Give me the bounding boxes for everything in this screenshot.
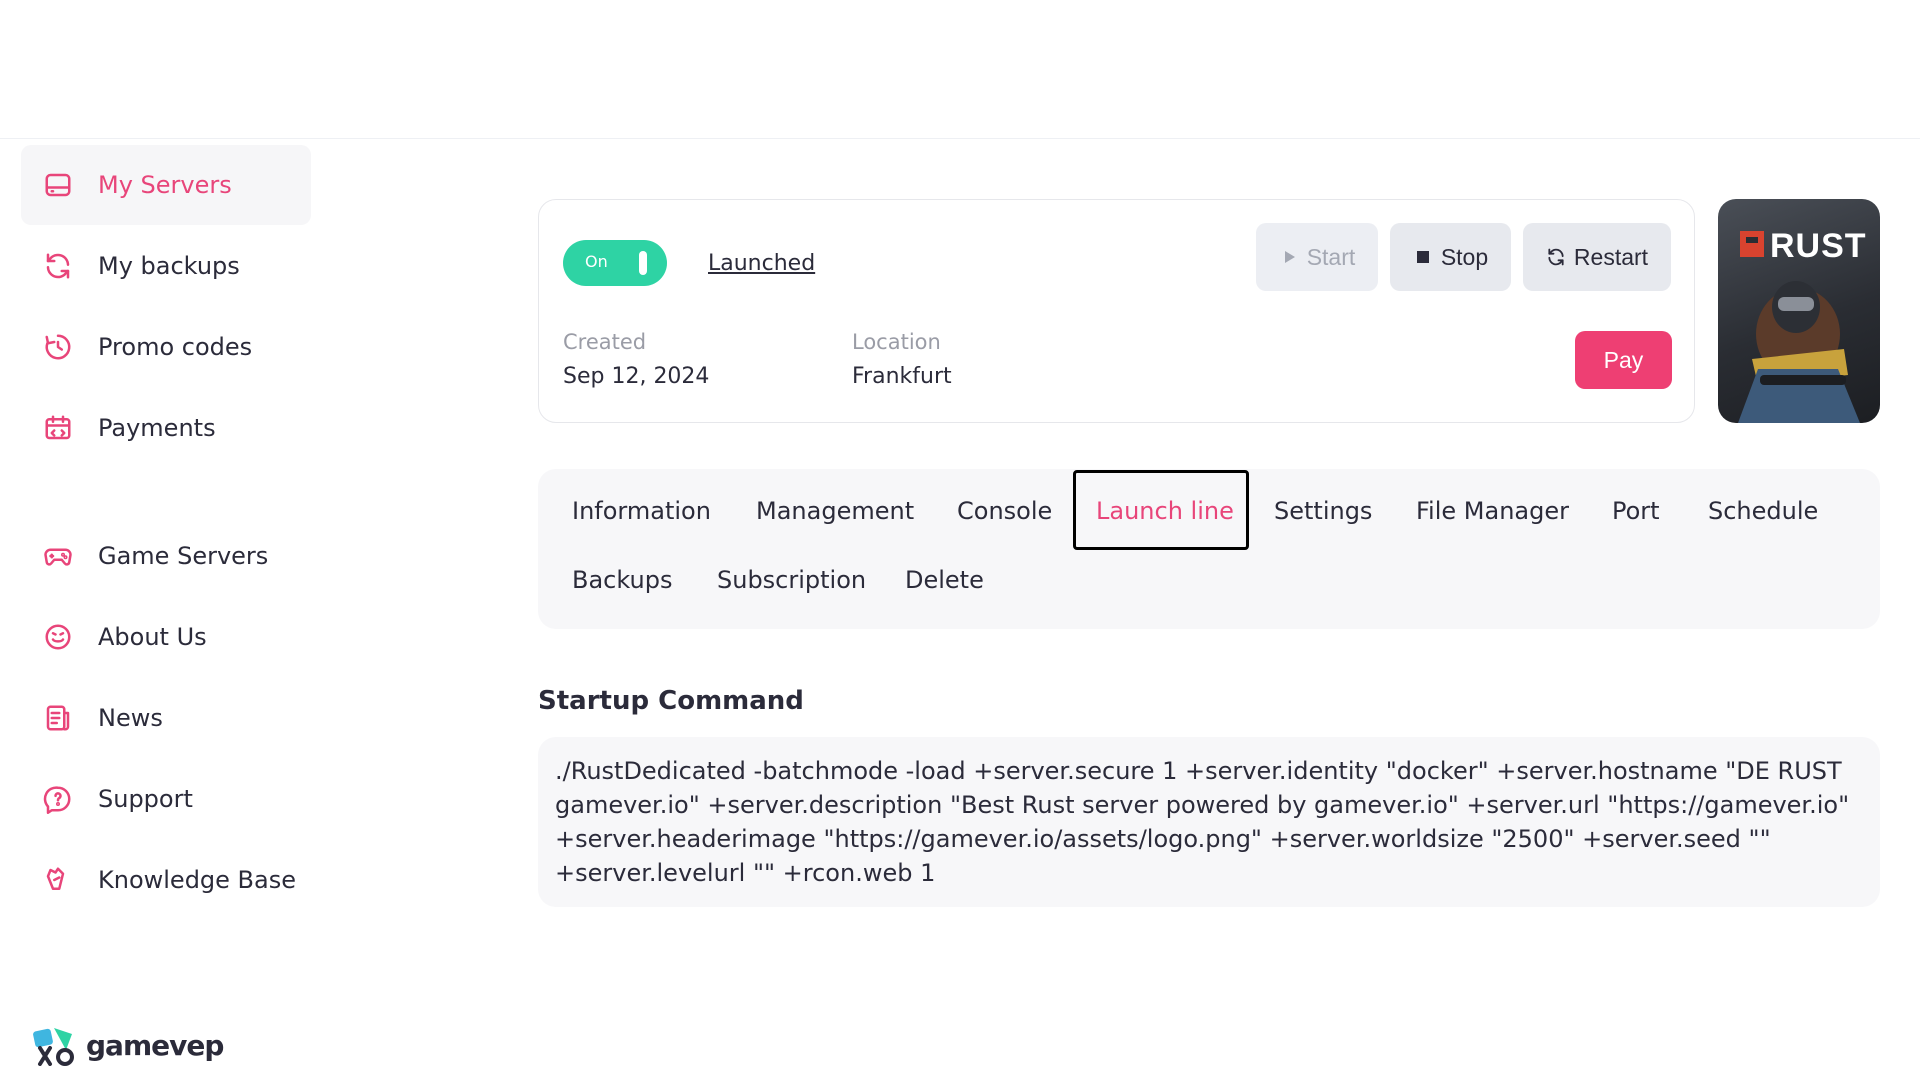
sidebar-item-payments[interactable]: Payments xyxy=(21,388,311,468)
sidebar-item-label: My Servers xyxy=(98,171,232,199)
tab-schedule[interactable]: Schedule xyxy=(1708,497,1818,525)
toggle-label: On xyxy=(585,252,608,271)
tab-launch-line[interactable]: Launch line xyxy=(1096,497,1234,525)
created-label: Created xyxy=(563,330,647,354)
sidebar-item-my-servers[interactable]: My Servers xyxy=(21,145,311,225)
server-status-link[interactable]: Launched xyxy=(708,251,815,276)
sidebar-item-promo-codes[interactable]: Promo codes xyxy=(21,307,311,387)
sidebar-item-label: My backups xyxy=(98,252,240,280)
game-cover-title: RUST xyxy=(1770,227,1867,265)
sidebar-item-label: Knowledge Base xyxy=(98,866,296,894)
stop-icon xyxy=(1416,251,1429,263)
server-tabs: Information Management Console Launch li… xyxy=(538,469,1880,629)
restart-button-label: Restart xyxy=(1573,243,1649,270)
top-bar xyxy=(0,0,1920,139)
sidebar-item-label: Payments xyxy=(98,414,216,442)
sidebar-item-label: About Us xyxy=(98,623,207,651)
restart-button[interactable]: Restart xyxy=(1523,223,1671,291)
sidebar-item-about-us[interactable]: About Us xyxy=(21,597,311,677)
restart-icon xyxy=(1548,248,1564,266)
stop-button[interactable]: Stop xyxy=(1390,223,1511,291)
sidebar: My Servers My backups Promo codes Paymen… xyxy=(0,139,330,1080)
brand-logo[interactable]: gamevep xyxy=(32,1024,224,1066)
startup-command-box[interactable]: ./RustDedicated -batchmode -load +server… xyxy=(538,737,1880,907)
knowledge-icon xyxy=(41,863,75,897)
tab-information[interactable]: Information xyxy=(572,497,711,525)
support-icon xyxy=(41,782,75,816)
gamepad-icon xyxy=(41,539,75,573)
sidebar-item-label: Game Servers xyxy=(98,542,269,570)
startup-command-text: ./RustDedicated -batchmode -load +server… xyxy=(555,757,1850,887)
stop-button-label: Stop xyxy=(1440,243,1489,270)
sidebar-item-game-servers[interactable]: Game Servers xyxy=(21,516,311,596)
sidebar-item-news[interactable]: News xyxy=(21,678,311,758)
power-toggle[interactable]: On xyxy=(563,240,667,286)
server-card: On Launched Created Sep 12, 2024 Locatio… xyxy=(538,199,1695,423)
play-icon xyxy=(1284,251,1295,263)
news-icon xyxy=(41,701,75,735)
toggle-knob xyxy=(639,251,647,275)
promo-icon xyxy=(41,330,75,364)
game-cover-image: RUST xyxy=(1718,199,1880,423)
server-icon xyxy=(41,168,75,202)
tab-backups[interactable]: Backups xyxy=(572,566,672,594)
tab-file-manager[interactable]: File Manager xyxy=(1416,497,1569,525)
pay-button[interactable]: Pay xyxy=(1575,331,1672,389)
sidebar-item-my-backups[interactable]: My backups xyxy=(21,226,311,306)
startup-command-title: Startup Command xyxy=(538,686,804,716)
smile-icon xyxy=(41,620,75,654)
sidebar-item-label: Support xyxy=(98,785,193,813)
tab-management[interactable]: Management xyxy=(756,497,914,525)
refresh-icon xyxy=(41,249,75,283)
sidebar-item-label: Promo codes xyxy=(98,333,253,361)
sidebar-item-support[interactable]: Support xyxy=(21,759,311,839)
tab-delete[interactable]: Delete xyxy=(905,566,984,594)
tab-port[interactable]: Port xyxy=(1612,497,1660,525)
tab-console[interactable]: Console xyxy=(957,497,1052,525)
tab-settings[interactable]: Settings xyxy=(1274,497,1372,525)
location-label: Location xyxy=(852,330,941,354)
start-button[interactable]: Start xyxy=(1256,223,1378,291)
gamever-logo-icon xyxy=(33,1028,74,1066)
tab-subscription[interactable]: Subscription xyxy=(717,566,866,594)
sidebar-item-knowledge-base[interactable]: Knowledge Base xyxy=(21,840,311,920)
location-value: Frankfurt xyxy=(852,364,952,389)
payments-icon xyxy=(41,411,75,445)
start-button-label: Start xyxy=(1306,243,1356,270)
created-value: Sep 12, 2024 xyxy=(563,364,710,389)
logo-text: gamevep xyxy=(86,1028,224,1062)
sidebar-item-label: News xyxy=(98,704,163,732)
